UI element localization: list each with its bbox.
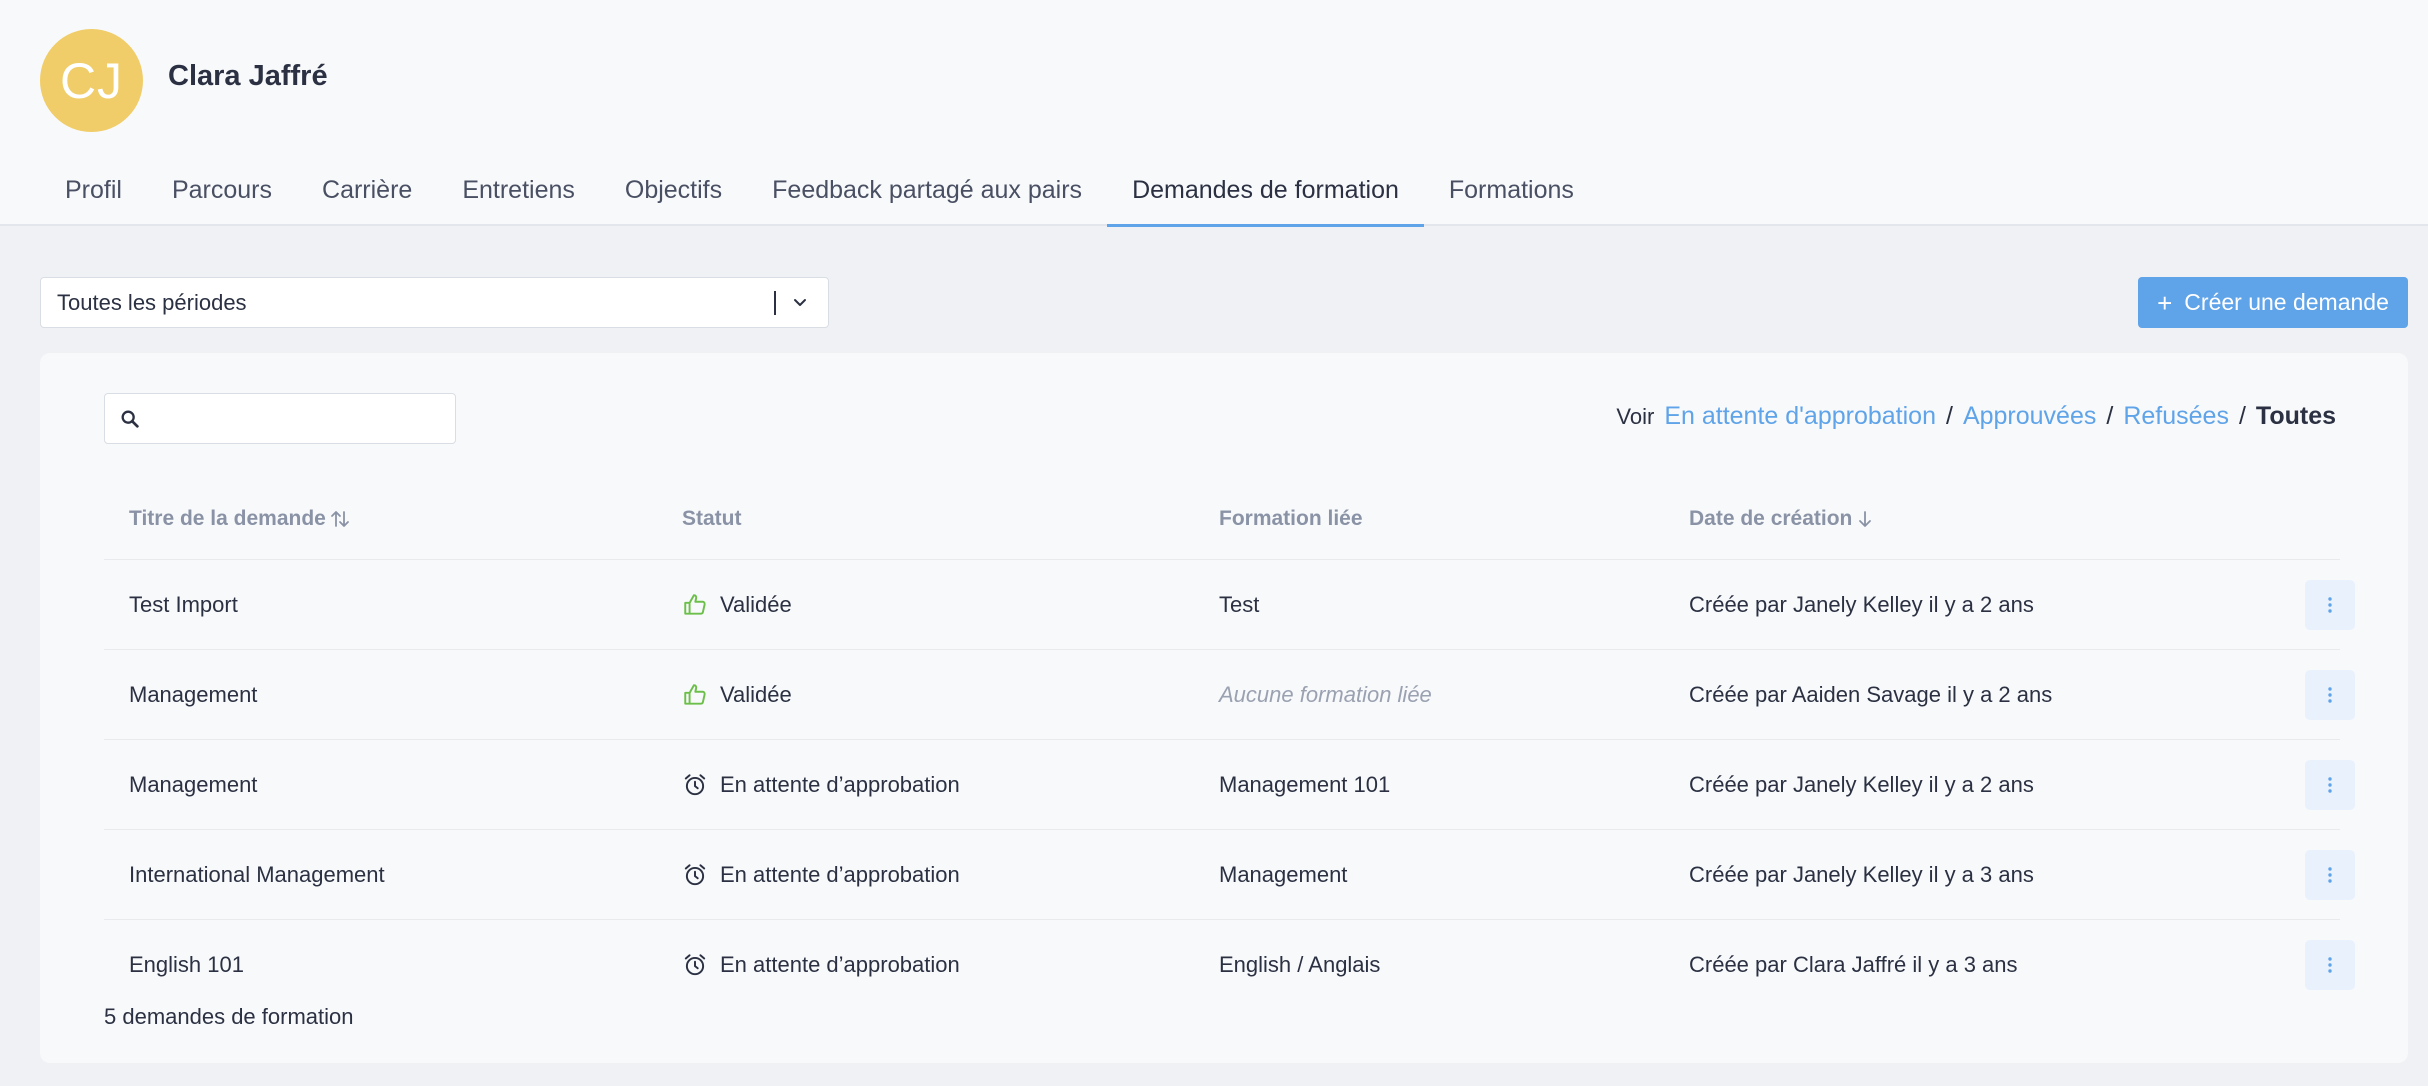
table-row[interactable]: Management Validée Aucune formation liée… xyxy=(104,650,2355,740)
filter-refused-link[interactable]: Refusées xyxy=(2123,402,2229,431)
tab-demandes-de-formation[interactable]: Demandes de formation xyxy=(1107,160,1424,227)
create-request-label: Créer une demande xyxy=(2184,289,2389,315)
table-body: Test Import Validée Test Créée par Janel… xyxy=(104,560,2355,1010)
table-row[interactable]: English 101 En attente d’approbation Eng… xyxy=(104,920,2355,1010)
linked-training: English / Anglais xyxy=(1219,952,1381,977)
filter-separator: / xyxy=(2238,402,2246,430)
profile-tabs: Profil Parcours Carrière Entretiens Obje… xyxy=(40,160,1599,227)
thumbs-up-icon xyxy=(682,682,708,708)
row-actions-button[interactable] xyxy=(2305,580,2355,630)
tab-carriere[interactable]: Carrière xyxy=(297,160,437,226)
requests-card: Voir En attente d'approbation / Approuvé… xyxy=(40,353,2408,1063)
tab-parcours[interactable]: Parcours xyxy=(147,160,297,226)
search-icon xyxy=(121,410,139,428)
header-training: Formation liée xyxy=(1219,507,1363,530)
header-status: Statut xyxy=(682,507,742,530)
plus-icon: + xyxy=(2157,287,2173,318)
profile-header: CJ Clara Jaffré Profil Parcours Carrière… xyxy=(0,0,2428,227)
alarm-clock-icon xyxy=(682,952,708,978)
tab-entretiens[interactable]: Entretiens xyxy=(437,160,600,226)
status-label: Validée xyxy=(720,682,792,707)
header-title[interactable]: Titre de la demande xyxy=(129,478,350,560)
user-name: Clara Jaffré xyxy=(168,60,328,92)
request-title: International Management xyxy=(129,862,385,887)
header-date[interactable]: Date de création xyxy=(1689,478,1874,560)
request-status: En attente d’approbation xyxy=(682,830,960,920)
table-row[interactable]: International Management En attente d’ap… xyxy=(104,830,2355,920)
row-actions-button[interactable] xyxy=(2305,940,2355,990)
created-info: Créée par Janely Kelley il y a 2 ans xyxy=(1689,772,2034,797)
created-info: Créée par Clara Jaffré il y a 3 ans xyxy=(1689,952,2018,977)
filter-pending-link[interactable]: En attente d'approbation xyxy=(1664,402,1936,431)
sort-icon xyxy=(330,511,349,527)
request-title: Test Import xyxy=(129,592,238,617)
row-actions-button[interactable] xyxy=(2305,670,2355,720)
request-count: 5 demandes de formation xyxy=(104,1004,354,1029)
chevron-down-icon xyxy=(794,299,806,306)
tab-feedback[interactable]: Feedback partagé aux pairs xyxy=(747,160,1107,226)
arrow-down-icon xyxy=(1859,511,1872,527)
filter-all-current[interactable]: Toutes xyxy=(2256,402,2336,431)
avatar: CJ xyxy=(40,29,143,132)
request-status: En attente d’approbation xyxy=(682,920,960,1010)
created-info: Créée par Janely Kelley il y a 2 ans xyxy=(1689,592,2034,617)
table-row[interactable]: Test Import Validée Test Créée par Janel… xyxy=(104,560,2355,650)
select-separator xyxy=(774,291,776,315)
tab-objectifs[interactable]: Objectifs xyxy=(600,160,747,226)
created-info: Créée par Janely Kelley il y a 3 ans xyxy=(1689,862,2034,887)
filter-separator: / xyxy=(2106,402,2114,430)
status-label: En attente d’approbation xyxy=(720,772,960,797)
request-status: Validée xyxy=(682,650,792,740)
alarm-clock-icon xyxy=(682,772,708,798)
search-input[interactable] xyxy=(104,393,456,444)
filter-separator: / xyxy=(1945,402,1953,430)
row-actions-button[interactable] xyxy=(2305,760,2355,810)
filter-approved-link[interactable]: Approuvées xyxy=(1963,402,2096,431)
linked-training: Test xyxy=(1219,592,1260,617)
avatar-initials: CJ xyxy=(59,52,124,109)
linked-training: Management xyxy=(1219,862,1348,887)
more-vertical-icon xyxy=(2328,867,2332,883)
filter-prefix: Voir xyxy=(1616,404,1655,429)
status-label: En attente d’approbation xyxy=(720,952,960,977)
linked-training: Management 101 xyxy=(1219,772,1391,797)
request-status: En attente d’approbation xyxy=(682,740,960,830)
status-label: Validée xyxy=(720,592,792,617)
request-title: Management xyxy=(129,772,258,797)
header-date-label: Date de création xyxy=(1689,507,1853,530)
period-select-value: Toutes les périodes xyxy=(57,289,247,315)
status-filter: Voir En attente d'approbation / Approuvé… xyxy=(1616,402,2336,431)
more-vertical-icon xyxy=(2328,777,2332,793)
alarm-clock-icon xyxy=(682,862,708,888)
request-title: Management xyxy=(129,682,258,707)
row-actions-button[interactable] xyxy=(2305,850,2355,900)
more-vertical-icon xyxy=(2328,687,2332,703)
request-status: Validée xyxy=(682,560,792,650)
request-title: English 101 xyxy=(129,952,244,977)
status-label: En attente d’approbation xyxy=(720,862,960,887)
more-vertical-icon xyxy=(2328,597,2332,613)
thumbs-up-icon xyxy=(682,592,708,618)
header-title-label: Titre de la demande xyxy=(129,507,326,530)
requests-table: Titre de la demande Statut Formation lié… xyxy=(104,478,2355,1010)
more-vertical-icon xyxy=(2328,957,2332,973)
tab-formations[interactable]: Formations xyxy=(1424,160,1599,226)
period-select[interactable]: Toutes les périodes xyxy=(40,277,829,328)
table-row[interactable]: Management En attente d’approbation Mana… xyxy=(104,740,2355,830)
table-header: Titre de la demande Statut Formation lié… xyxy=(104,478,2340,560)
created-info: Créée par Aaiden Savage il y a 2 ans xyxy=(1689,682,2053,707)
create-request-button[interactable]: + Créer une demande xyxy=(2138,277,2408,328)
linked-training: Aucune formation liée xyxy=(1219,682,1432,707)
tab-profil[interactable]: Profil xyxy=(40,160,147,226)
